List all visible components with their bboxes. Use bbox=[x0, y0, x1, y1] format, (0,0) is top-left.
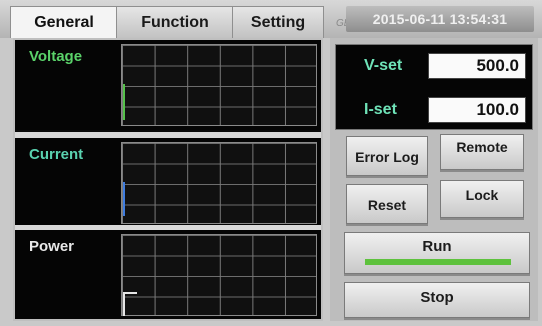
current-panel: Current bbox=[15, 138, 321, 228]
tab-function[interactable]: Function bbox=[116, 6, 234, 38]
current-trace bbox=[123, 182, 125, 216]
iset-field[interactable]: 100.0 bbox=[428, 97, 526, 123]
control-panel: V-set 500.0 I-set 100.0 Error Log Remote… bbox=[330, 38, 538, 321]
tab-general[interactable]: General bbox=[10, 6, 118, 38]
voltage-graph bbox=[121, 44, 317, 126]
current-label: Current bbox=[29, 146, 84, 163]
lock-button[interactable]: Lock bbox=[440, 180, 524, 218]
voltage-trace bbox=[123, 84, 125, 120]
power-label: Power bbox=[29, 238, 75, 255]
vset-label: V-set bbox=[364, 57, 403, 74]
tab-bar: General Function Setting GEMO 2015-06-11… bbox=[0, 0, 542, 38]
error-log-button[interactable]: Error Log bbox=[346, 136, 428, 176]
power-graph bbox=[121, 234, 317, 316]
voltage-label: Voltage bbox=[29, 48, 83, 65]
voltage-panel: Voltage bbox=[15, 40, 321, 130]
setpoint-box: V-set 500.0 I-set 100.0 bbox=[335, 44, 533, 130]
run-button[interactable]: Run bbox=[344, 232, 530, 274]
vset-field[interactable]: 500.0 bbox=[428, 53, 526, 79]
power-trace bbox=[123, 292, 137, 316]
remote-button[interactable]: Remote bbox=[440, 134, 524, 170]
chart-area: Voltage Current Power bbox=[13, 38, 323, 321]
run-button-label: Run bbox=[422, 238, 452, 255]
current-graph bbox=[121, 142, 317, 224]
tab-setting[interactable]: Setting bbox=[232, 6, 324, 38]
power-panel: Power bbox=[15, 230, 321, 319]
iset-label: I-set bbox=[364, 101, 397, 118]
reset-button[interactable]: Reset bbox=[346, 184, 428, 224]
instrument-screen: General Function Setting GEMO 2015-06-11… bbox=[0, 0, 542, 326]
run-status-indicator bbox=[365, 259, 511, 265]
datetime-display: 2015-06-11 13:54:31 bbox=[346, 6, 534, 32]
stop-button[interactable]: Stop bbox=[344, 282, 530, 318]
